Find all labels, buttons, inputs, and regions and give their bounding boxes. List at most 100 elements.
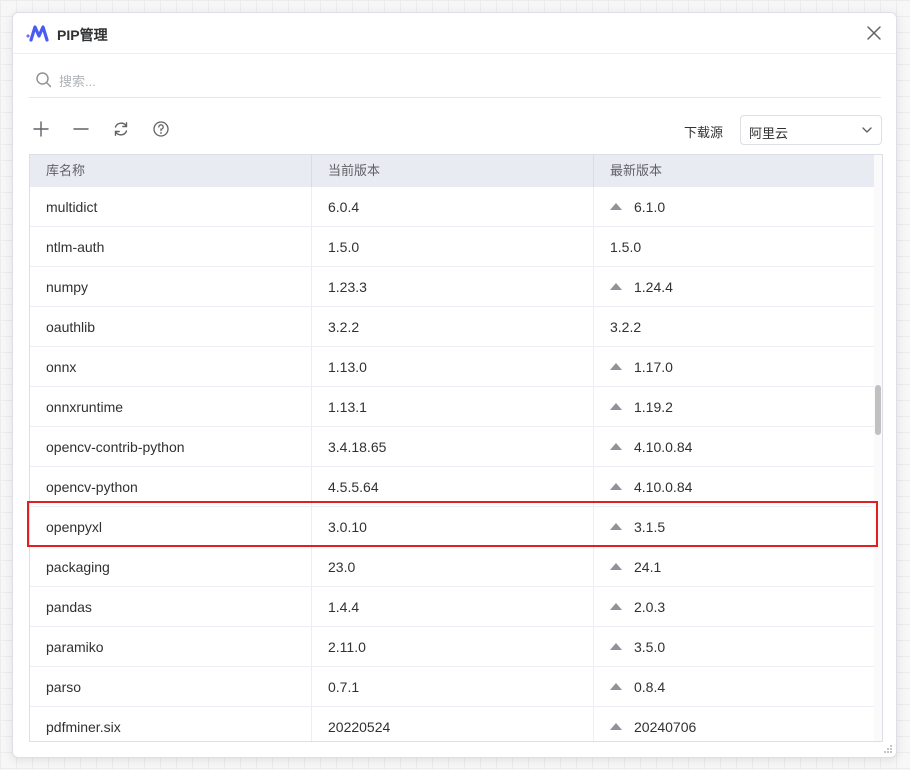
latest-version-text: 1.17.0: [634, 359, 673, 375]
latest-version-cell: 24.1: [594, 547, 876, 587]
chevron-down-icon: [862, 127, 872, 133]
scrollbar-track[interactable]: [874, 155, 882, 741]
table-row[interactable]: numpy 1.23.3 1.24.4: [30, 267, 876, 307]
latest-version-text: 6.1.0: [634, 199, 666, 215]
table-row[interactable]: openpyxl 3.0.10 3.1.5: [30, 507, 876, 547]
package-name-cell: packaging: [30, 547, 312, 587]
search-icon: [36, 72, 52, 88]
package-name-cell: opencv-contrib-python: [30, 427, 312, 467]
table-row[interactable]: packaging 23.0 24.1: [30, 547, 876, 587]
latest-version-cell: 0.8.4: [594, 667, 876, 707]
current-version-cell: 23.0: [312, 547, 594, 587]
package-table: 库名称 当前版本 最新版本 multidict 6.0.4 6.1.0 ntlm-au…: [29, 154, 883, 742]
scrollbar-thumb[interactable]: [875, 385, 881, 435]
source-select-value: 阿里云: [749, 126, 789, 141]
help-icon[interactable]: [151, 119, 171, 139]
package-name-cell: onnx: [30, 347, 312, 387]
latest-version-text: 3.2.2: [610, 319, 642, 335]
resize-grip-icon[interactable]: [883, 744, 893, 754]
latest-version-text: 1.19.2: [634, 399, 673, 415]
upgrade-arrow-icon[interactable]: [610, 723, 622, 730]
upgrade-arrow-icon[interactable]: [610, 603, 622, 610]
app-logo-icon: [26, 25, 49, 42]
upgrade-arrow-icon[interactable]: [610, 683, 622, 690]
column-header-latest-version[interactable]: 最新版本: [594, 155, 876, 187]
current-version-cell: 1.4.4: [312, 587, 594, 627]
package-name-cell: ntlm-auth: [30, 227, 312, 267]
table-row[interactable]: onnx 1.13.0 1.17.0: [30, 347, 876, 387]
title-divider: [13, 53, 896, 54]
latest-version-cell: 3.2.2: [594, 307, 876, 347]
current-version-cell: 1.5.0: [312, 227, 594, 267]
latest-version-cell: 4.10.0.84: [594, 467, 876, 507]
latest-version-text: 4.10.0.84: [634, 439, 693, 455]
package-name-cell: onnxruntime: [30, 387, 312, 427]
current-version-cell: 2.11.0: [312, 627, 594, 667]
pip-manager-window: PIP管理 下载源 阿里云 库名称 当前: [12, 12, 897, 758]
package-name-cell: paramiko: [30, 627, 312, 667]
package-name-cell: opencv-python: [30, 467, 312, 507]
package-name-cell: oauthlib: [30, 307, 312, 347]
upgrade-arrow-icon[interactable]: [610, 203, 622, 210]
latest-version-cell: 1.19.2: [594, 387, 876, 427]
upgrade-arrow-icon[interactable]: [610, 643, 622, 650]
table-row[interactable]: oauthlib 3.2.2 3.2.2: [30, 307, 876, 347]
latest-version-cell: 1.24.4: [594, 267, 876, 307]
latest-version-text: 3.5.0: [634, 639, 666, 655]
upgrade-arrow-icon[interactable]: [610, 443, 622, 450]
latest-version-cell: 2.0.3: [594, 587, 876, 627]
current-version-cell: 1.13.1: [312, 387, 594, 427]
close-icon[interactable]: [864, 23, 884, 43]
latest-version-text: 1.5.0: [610, 239, 642, 255]
upgrade-arrow-icon[interactable]: [610, 563, 622, 570]
latest-version-cell: 1.5.0: [594, 227, 876, 267]
latest-version-cell: 3.1.5: [594, 507, 876, 547]
latest-version-cell: 6.1.0: [594, 187, 876, 227]
upgrade-arrow-icon[interactable]: [610, 403, 622, 410]
current-version-cell: 4.5.5.64: [312, 467, 594, 507]
current-version-cell: 3.0.10: [312, 507, 594, 547]
table-row[interactable]: parso 0.7.1 0.8.4: [30, 667, 876, 707]
latest-version-text: 24.1: [634, 559, 662, 575]
table-header: 库名称 当前版本 最新版本: [30, 155, 876, 187]
table-row[interactable]: pdfminer.six 20220524 20240706: [30, 707, 876, 741]
package-name-cell: multidict: [30, 187, 312, 227]
latest-version-text: 3.1.5: [634, 519, 666, 535]
upgrade-arrow-icon[interactable]: [610, 483, 622, 490]
latest-version-cell: 3.5.0: [594, 627, 876, 667]
table-row[interactable]: onnxruntime 1.13.1 1.19.2: [30, 387, 876, 427]
current-version-cell: 6.0.4: [312, 187, 594, 227]
refresh-icon[interactable]: [111, 119, 131, 139]
current-version-cell: 3.2.2: [312, 307, 594, 347]
table-row[interactable]: paramiko 2.11.0 3.5.0: [30, 627, 876, 667]
upgrade-arrow-icon[interactable]: [610, 363, 622, 370]
current-version-cell: 3.4.18.65: [312, 427, 594, 467]
source-select[interactable]: 阿里云: [740, 115, 882, 145]
upgrade-arrow-icon[interactable]: [610, 283, 622, 290]
latest-version-text: 4.10.0.84: [634, 479, 693, 495]
title-bar[interactable]: PIP管理: [13, 13, 896, 53]
table-row[interactable]: multidict 6.0.4 6.1.0: [30, 187, 876, 227]
table-row[interactable]: opencv-python 4.5.5.64 4.10.0.84: [30, 467, 876, 507]
table-row[interactable]: opencv-contrib-python 3.4.18.65 4.10.0.84: [30, 427, 876, 467]
package-name-cell: numpy: [30, 267, 312, 307]
latest-version-cell: 20240706: [594, 707, 876, 741]
package-name-cell: pandas: [30, 587, 312, 627]
remove-icon[interactable]: [71, 119, 91, 139]
table-row[interactable]: pandas 1.4.4 2.0.3: [30, 587, 876, 627]
add-icon[interactable]: [31, 119, 51, 139]
package-name-cell: pdfminer.six: [30, 707, 312, 741]
column-header-current-version[interactable]: 当前版本: [312, 155, 594, 187]
latest-version-text: 2.0.3: [634, 599, 666, 615]
upgrade-arrow-icon[interactable]: [610, 523, 622, 530]
latest-version-cell: 4.10.0.84: [594, 427, 876, 467]
package-name-cell: openpyxl: [30, 507, 312, 547]
current-version-cell: 1.23.3: [312, 267, 594, 307]
search-input[interactable]: [59, 69, 859, 93]
latest-version-text: 20240706: [634, 719, 697, 735]
table-row[interactable]: ntlm-auth 1.5.0 1.5.0: [30, 227, 876, 267]
source-label: 下载源: [684, 125, 724, 140]
latest-version-text: 0.8.4: [634, 679, 666, 695]
current-version-cell: 0.7.1: [312, 667, 594, 707]
column-header-name[interactable]: 库名称: [30, 155, 312, 187]
